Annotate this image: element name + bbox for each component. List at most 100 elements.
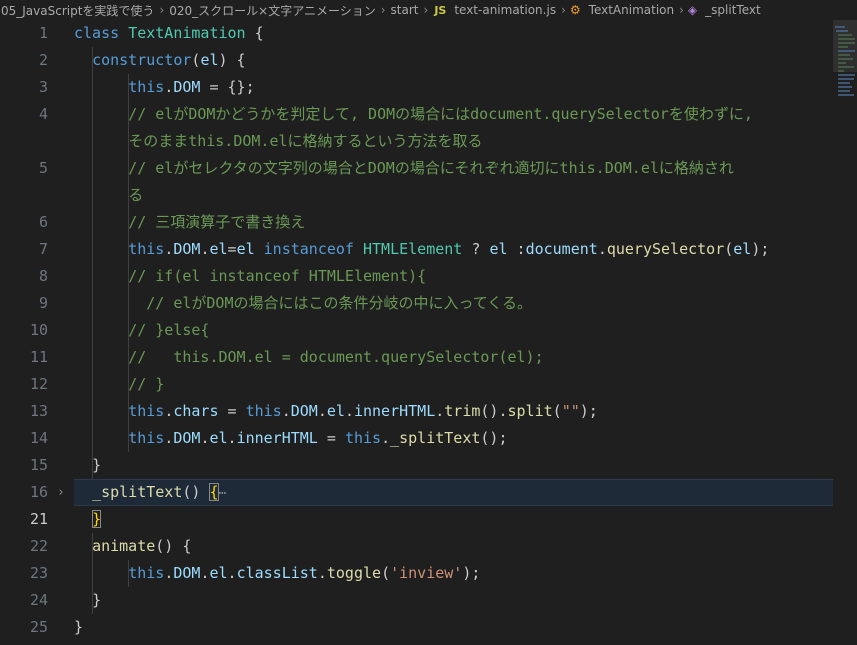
punct-token: . xyxy=(164,429,174,447)
function-token: toggle xyxy=(326,564,382,582)
punct-token: { xyxy=(245,24,264,42)
function-token: split xyxy=(507,402,553,420)
property-token: DOM xyxy=(173,564,201,582)
fold-expand-chevron-icon[interactable]: › xyxy=(57,479,65,506)
comment-token: // }else{ xyxy=(128,321,210,339)
punct-token: . xyxy=(164,402,174,420)
minimap-line xyxy=(838,74,855,76)
property-token: el xyxy=(326,402,345,420)
breadcrumb-folder-1[interactable]: 05_JavaScriptを実践で使う xyxy=(0,2,155,19)
line-number: 15 xyxy=(29,456,48,474)
function-token: _splitText xyxy=(92,483,183,501)
minimap-line xyxy=(835,26,845,28)
code-line: this.chars = this.DOM.el.innerHTML.trim(… xyxy=(74,398,833,425)
function-token: trim xyxy=(444,402,481,420)
keyword-token: class xyxy=(74,24,129,42)
code-editor[interactable]: 1 2 3 4 5 6 7 8 9 10 11 12 13 14 15 16 › … xyxy=(0,20,857,645)
line-number: 23 xyxy=(29,564,48,582)
function-token: _splitText xyxy=(390,429,481,447)
property-token: chars xyxy=(173,402,219,420)
punct-token: ); xyxy=(579,402,598,420)
folded-region-ellipsis[interactable]: ⋯ xyxy=(219,486,227,501)
param-token: el xyxy=(236,240,255,258)
punct-token: } xyxy=(74,618,84,636)
chevron-right-icon: › xyxy=(423,3,429,17)
line-number: 24 xyxy=(29,591,48,609)
punct-token: (); xyxy=(480,429,508,447)
property-token: classList xyxy=(236,564,318,582)
line-number: 22 xyxy=(29,537,48,555)
this-token: this xyxy=(128,402,165,420)
punct-token: () xyxy=(182,483,210,501)
minimap-line xyxy=(838,54,850,56)
line-number: 6 xyxy=(38,213,48,231)
property-token: DOM xyxy=(290,402,318,420)
line-number: 3 xyxy=(38,78,48,96)
minimap[interactable] xyxy=(833,20,857,645)
bracket-match-token: { xyxy=(209,483,219,501)
punct-token: ); xyxy=(751,240,770,258)
global-token: document xyxy=(525,240,598,258)
punct-token: (). xyxy=(480,402,508,420)
code-line-folded[interactable]: _splitText() {⋯ xyxy=(74,479,833,506)
punct-token: . xyxy=(597,240,607,258)
property-token: el xyxy=(209,429,228,447)
class-icon: ⚙ xyxy=(569,3,581,17)
keyword-token: instanceof xyxy=(254,240,363,258)
line-number: 9 xyxy=(38,294,48,312)
breadcrumb-method[interactable]: _splitText xyxy=(704,3,762,17)
minimap-line xyxy=(838,62,846,64)
line-number: 13 xyxy=(29,402,48,420)
property-token: el xyxy=(209,240,228,258)
code-line: constructor(el) { xyxy=(74,47,833,74)
class-name-token: HTMLElement xyxy=(363,240,463,258)
comment-token: // this.DOM.el = document.querySelector(… xyxy=(128,348,544,366)
breadcrumb-folder-2[interactable]: 020_スクロール×文字アニメーション xyxy=(168,2,376,19)
minimap-line xyxy=(838,34,852,36)
punct-token: ( xyxy=(552,402,562,420)
minimap-line xyxy=(838,82,850,84)
breadcrumb: 05_JavaScriptを実践で使う › 020_スクロール×文字アニメーショ… xyxy=(0,0,857,20)
punct-token: . xyxy=(435,402,445,420)
line-number: 7 xyxy=(38,240,48,258)
comment-token: // elがセレクタの文字列の場合とDOMの場合にそれぞれ適切にthis.DOM… xyxy=(128,159,734,177)
chevron-right-icon: › xyxy=(561,3,566,17)
this-token: this xyxy=(344,429,382,447)
punct-token: . xyxy=(164,78,174,96)
js-file-icon: JS xyxy=(434,3,447,17)
breadcrumb-folder-3[interactable]: start xyxy=(390,3,420,17)
comment-token: る xyxy=(128,186,144,204)
string-token: 'inview' xyxy=(390,564,463,582)
minimap-line xyxy=(838,46,848,48)
line-number: 10 xyxy=(29,321,48,339)
code-line: // } xyxy=(74,371,833,398)
chevron-right-icon: › xyxy=(159,3,165,17)
class-name-token: TextAnimation xyxy=(128,24,246,42)
code-content[interactable]: class TextAnimation { constructor(el) { … xyxy=(74,20,833,641)
code-line: } xyxy=(74,452,833,479)
minimap-line xyxy=(838,90,850,92)
punct-token: = xyxy=(317,429,345,447)
line-number: 5 xyxy=(38,159,48,177)
minimap-line xyxy=(838,70,844,72)
this-token: this xyxy=(128,240,165,258)
breadcrumb-file[interactable]: text-animation.js xyxy=(453,3,557,17)
breadcrumb-class[interactable]: TextAnimation xyxy=(588,3,675,17)
minimap-line xyxy=(838,66,854,68)
punct-token: () { xyxy=(155,537,192,555)
punct-token: : xyxy=(507,240,526,258)
code-line-wrapped: そのままthis.DOM.elに格納するという方法を取る xyxy=(74,128,833,155)
this-token: this xyxy=(245,402,282,420)
code-line: } xyxy=(74,614,833,641)
code-line: } xyxy=(74,587,833,614)
code-line: this.DOM = {}; xyxy=(74,74,833,101)
bracket-match-token: } xyxy=(92,510,102,528)
punct-token: . xyxy=(227,429,237,447)
code-line: // elがDOMの場合にはこの条件分岐の中に入ってくる。 xyxy=(74,290,833,317)
line-number-gutter: 1 2 3 4 5 6 7 8 9 10 11 12 13 14 15 16 › … xyxy=(0,20,74,641)
punct-token: . xyxy=(381,429,391,447)
punct-token: . xyxy=(164,564,174,582)
property-token: innerHTML xyxy=(236,429,318,447)
string-token: "" xyxy=(561,402,580,420)
code-line: // this.DOM.el = document.querySelector(… xyxy=(74,344,833,371)
